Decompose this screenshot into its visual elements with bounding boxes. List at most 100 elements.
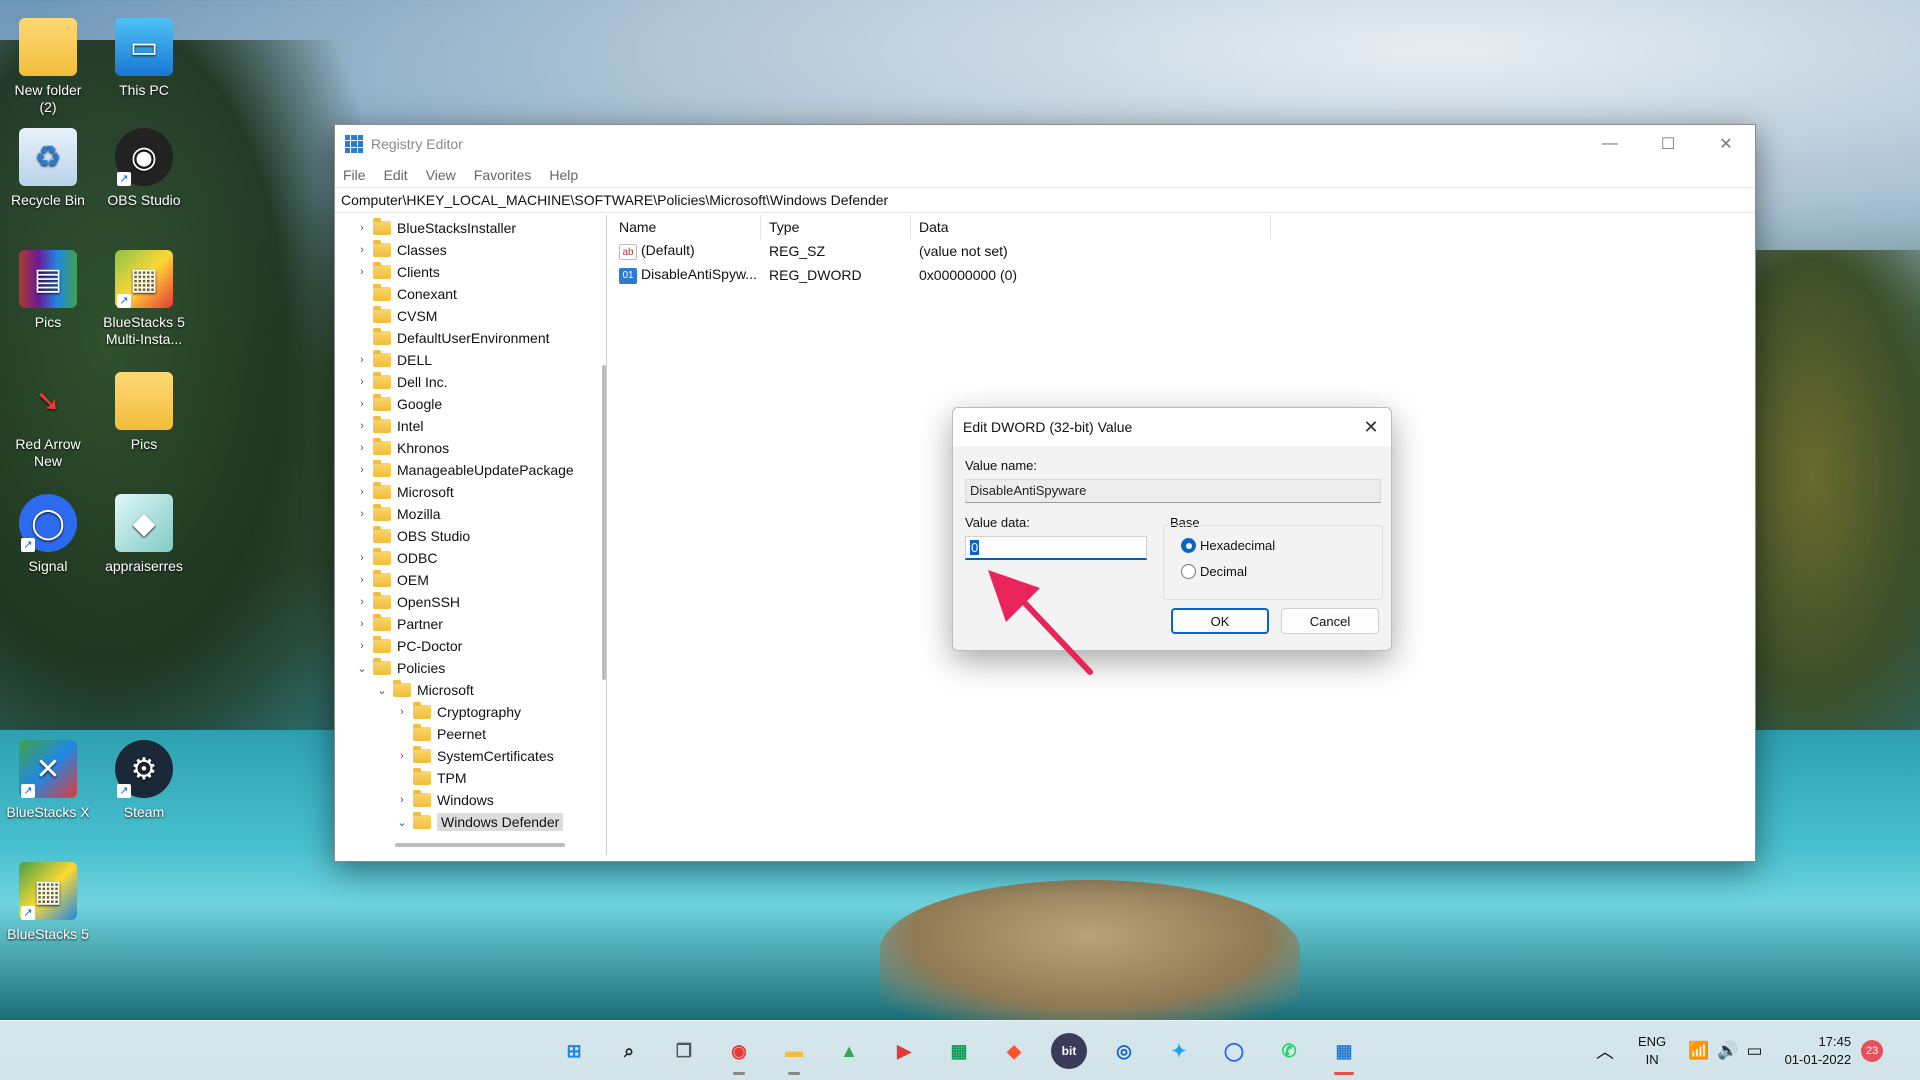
tree-item[interactable]: ⌄ Microsoft [337,679,606,701]
dialog-title-bar[interactable]: Edit DWORD (32-bit) Value ✕ [953,408,1391,446]
whatsapp-icon[interactable]: ✆ [1271,1033,1307,1069]
tree-item[interactable]: › Cryptography [337,701,606,723]
chevron-right-icon[interactable]: › [355,618,369,630]
search-icon[interactable]: ⌕ [611,1033,647,1069]
cancel-button[interactable]: Cancel [1281,608,1379,634]
tree-item[interactable]: › Mozilla [337,503,606,525]
google-sheets-icon[interactable]: ▦ [941,1033,977,1069]
chevron-right-icon[interactable]: › [355,640,369,652]
chevron-right-icon[interactable]: › [355,244,369,256]
tree-item[interactable]: ⌄ Windows Defender [337,811,606,833]
tree-item[interactable]: DefaultUserEnvironment [337,327,606,349]
tree-item[interactable]: › Windows [337,789,606,811]
tree-item[interactable]: ⌄ Policies [337,657,606,679]
desktop-icon[interactable]: ▤ Pics [0,250,96,331]
clock[interactable]: 17:45 01-01-2022 [1785,1033,1852,1069]
tree-item[interactable]: Conexant [337,283,606,305]
tree-item[interactable]: Peernet [337,723,606,745]
tree-item[interactable]: › PC-Doctor [337,635,606,657]
desktop-icon[interactable]: New folder (2) [0,18,96,116]
address-bar[interactable]: Computer\HKEY_LOCAL_MACHINE\SOFTWARE\Pol… [335,187,1755,213]
decimal-radio[interactable]: Decimal [1181,564,1247,579]
chevron-right-icon[interactable]: › [355,398,369,410]
tree-item[interactable]: › BlueStacksInstaller [337,217,606,239]
chrome-icon[interactable]: ◉ [721,1033,757,1075]
tree-item[interactable]: › Dell Inc. [337,371,606,393]
chevron-right-icon[interactable]: › [355,266,369,278]
notification-badge[interactable]: 23 [1861,1040,1884,1062]
google-drive-icon[interactable]: ▲ [831,1033,867,1069]
value-data-input[interactable]: 0 [965,536,1147,560]
wifi-icon[interactable]: 📶 [1688,1041,1709,1061]
title-bar[interactable]: Registry Editor — ☐ ✕ [335,125,1755,163]
tree-item[interactable]: › ManageableUpdatePackage [337,459,606,481]
chevron-right-icon[interactable]: › [355,222,369,234]
chevron-down-icon[interactable]: ⌄ [375,684,389,697]
menu-help[interactable]: Help [549,167,578,183]
desktop-icon[interactable]: ▦ ↗ BlueStacks 5 [0,862,96,943]
chevron-right-icon[interactable]: › [355,552,369,564]
tree-item[interactable]: › SystemCertificates [337,745,606,767]
menu-edit[interactable]: Edit [384,167,408,183]
chevron-right-icon[interactable]: › [355,464,369,476]
tree-pane[interactable]: › BlueStacksInstaller › Classes › Clients Cone… [337,215,607,855]
maximize-button[interactable]: ☐ [1639,125,1697,163]
task-view-icon[interactable]: ❐ [666,1033,702,1069]
tree-item[interactable]: › Intel [337,415,606,437]
chevron-right-icon[interactable]: › [355,574,369,586]
chevron-right-icon[interactable]: › [355,486,369,498]
tree-vertical-scrollbar[interactable] [602,365,606,680]
desktop-icon[interactable]: ◉ ↗ OBS Studio [96,128,192,209]
menu-view[interactable]: View [426,167,456,183]
signal-icon[interactable]: ◯ [1216,1033,1252,1069]
tree-item[interactable]: › OEM [337,569,606,591]
menu-favorites[interactable]: Favorites [474,167,532,183]
desktop-icon[interactable]: ▭ This PC [96,18,192,99]
value-row[interactable]: ab (Default) REG_SZ (value not set) [611,239,1753,263]
hexadecimal-radio[interactable]: Hexadecimal [1181,538,1275,553]
language-indicator[interactable]: ENG IN [1638,1033,1666,1069]
minimize-button[interactable]: — [1581,125,1639,163]
registry-editor-icon[interactable]: ▦ [1326,1033,1362,1075]
tree-item[interactable]: › Partner [337,613,606,635]
chevron-right-icon[interactable]: › [395,794,409,806]
tree-item[interactable]: › ODBC [337,547,606,569]
chevron-right-icon[interactable]: › [355,354,369,366]
desktop-icon[interactable]: ⚙ ↗ Steam [96,740,192,821]
tree-item[interactable]: › Khronos [337,437,606,459]
chevron-down-icon[interactable]: ⌄ [355,662,369,675]
desktop-icon[interactable]: Pics [96,372,192,453]
tree-item[interactable]: › Classes [337,239,606,261]
desktop-icon[interactable]: ◆ appraiserres [96,494,192,575]
youtube-icon[interactable]: ▶ [886,1033,922,1069]
chevron-down-icon[interactable]: ⌄ [395,816,409,829]
tree-item[interactable]: › Google [337,393,606,415]
column-type[interactable]: Type [761,215,911,239]
tree-horizontal-scrollbar[interactable] [395,843,565,847]
tree-item[interactable]: › DELL [337,349,606,371]
chevron-right-icon[interactable]: › [395,750,409,762]
start-icon[interactable]: ⊞ [556,1033,592,1069]
desktop-icon[interactable]: ♻ Recycle Bin [0,128,96,209]
menu-file[interactable]: File [343,167,366,183]
column-data[interactable]: Data [911,215,1271,239]
desktop-icon[interactable]: ✕ ↗ BlueStacks X [0,740,96,821]
volume-icon[interactable]: 🔊 [1717,1041,1738,1061]
file-explorer-icon[interactable]: ▬ [776,1033,812,1075]
cortana-icon[interactable]: ◎ [1106,1033,1142,1069]
value-name-field[interactable]: DisableAntiSpyware [965,479,1381,503]
desktop-icon[interactable]: ◯ ↗ Signal [0,494,96,575]
tree-item[interactable]: › OpenSSH [337,591,606,613]
column-name[interactable]: Name [611,215,761,239]
value-row[interactable]: 01 DisableAntiSpyw... REG_DWORD 0x0000000… [611,263,1753,287]
tree-item[interactable]: TPM [337,767,606,789]
chevron-right-icon[interactable]: › [355,596,369,608]
chevron-right-icon[interactable]: › [355,508,369,520]
tree-item[interactable]: CVSM [337,305,606,327]
battery-icon[interactable]: ▭ [1747,1041,1763,1061]
tree-item[interactable]: › Clients [337,261,606,283]
dialog-close-icon[interactable]: ✕ [1351,417,1391,438]
tree-item[interactable]: OBS Studio [337,525,606,547]
chevron-right-icon[interactable]: › [355,376,369,388]
desktop-icon[interactable]: ➘ Red Arrow New [0,372,96,470]
